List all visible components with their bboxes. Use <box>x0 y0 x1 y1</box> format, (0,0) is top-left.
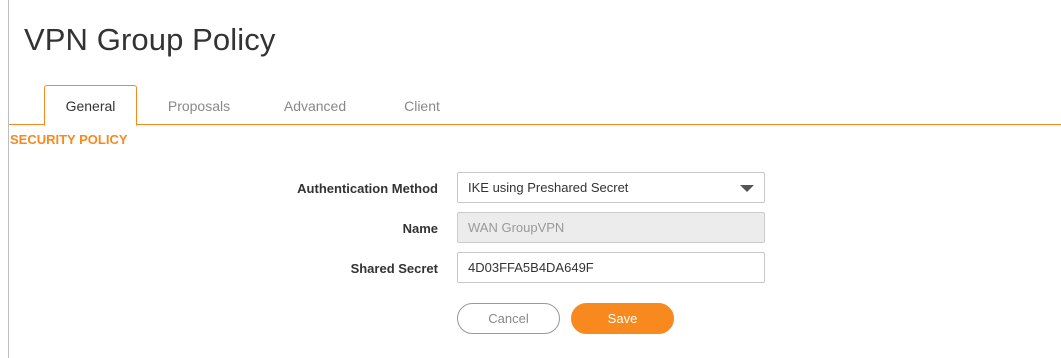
vpn-group-policy-dialog: VPN Group Policy General Proposals Advan… <box>0 0 1061 358</box>
tab-advanced[interactable]: Advanced <box>275 92 355 125</box>
auth-method-select[interactable]: IKE using Preshared Secret <box>457 172 765 203</box>
auth-method-label: Authentication Method <box>297 181 438 196</box>
shared-secret-input[interactable]: 4D03FFA5B4DA649F <box>457 252 765 283</box>
tab-general[interactable]: General <box>44 85 137 126</box>
name-field: WAN GroupVPN <box>457 212 765 243</box>
auth-method-value: IKE using Preshared Secret <box>468 180 629 195</box>
tab-proposals[interactable]: Proposals <box>159 92 239 125</box>
page-title: VPN Group Policy <box>24 22 276 57</box>
cancel-button[interactable]: Cancel <box>457 303 560 334</box>
tab-client[interactable]: Client <box>392 92 452 125</box>
dialog-left-border <box>8 0 9 358</box>
name-label: Name <box>402 221 438 236</box>
shared-secret-label: Shared Secret <box>350 261 438 276</box>
section-header-security-policy: SECURITY POLICY <box>10 132 128 147</box>
tab-bar: General Proposals Advanced Client <box>9 84 1061 126</box>
name-value: WAN GroupVPN <box>468 220 565 235</box>
shared-secret-value: 4D03FFA5B4DA649F <box>468 260 594 275</box>
save-button[interactable]: Save <box>571 303 674 334</box>
chevron-down-icon <box>740 185 754 192</box>
